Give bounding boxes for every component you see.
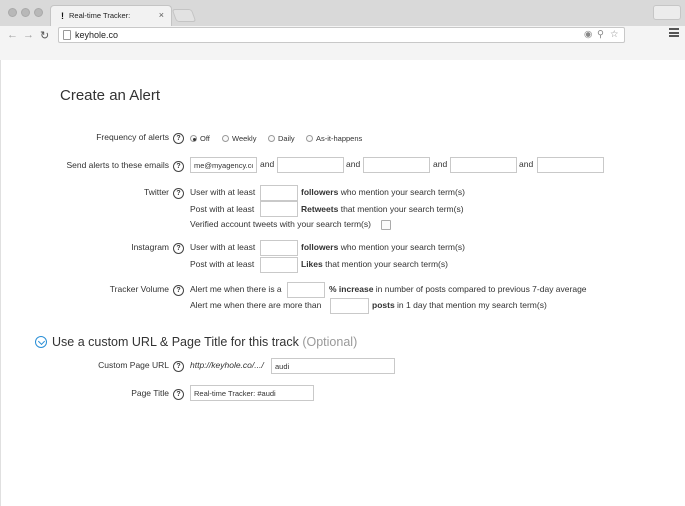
email-and-2: and xyxy=(346,159,361,169)
custom-url-label: Custom Page URL xyxy=(98,360,169,370)
reload-icon[interactable]: ↻ xyxy=(40,29,49,42)
back-arrow-icon[interactable]: ← xyxy=(7,29,18,41)
instagram-followers-bold: followers xyxy=(301,242,339,252)
instagram-followers-suffix: who mention your search term(s) xyxy=(340,242,465,252)
bookmark-star-icon[interactable]: ☆ xyxy=(610,29,619,40)
optional-hint: (Optional) xyxy=(302,335,358,349)
tracker-volume-help-icon[interactable]: ? xyxy=(173,285,184,296)
volume-increase-suffix: in number of posts compared to previous … xyxy=(375,284,587,294)
email-and-1: and xyxy=(260,159,275,169)
email-field-3[interactable] xyxy=(363,157,430,173)
email-field-5[interactable] xyxy=(537,157,604,173)
volume-posts-prefix: Alert me when there are more than xyxy=(190,300,322,310)
frequency-option-weekly: Weekly xyxy=(232,134,257,143)
volume-increase-text: % increase in number of posts compared t… xyxy=(329,284,587,294)
page-icon xyxy=(63,30,71,40)
url-text: keyhole.co xyxy=(75,30,119,40)
instagram-likes-suffix: that mention your search term(s) xyxy=(325,259,448,269)
page-content: Create an Alert Frequency of alerts ? Of… xyxy=(0,60,685,506)
frequency-option-off: Off xyxy=(200,134,210,143)
instagram-label: Instagram xyxy=(131,242,169,252)
twitter-followers-bold: followers xyxy=(301,187,339,197)
twitter-followers-input[interactable] xyxy=(260,185,298,201)
keyhole-favicon-icon: ! xyxy=(61,11,64,21)
instagram-followers-prefix: User with at least xyxy=(190,242,256,252)
twitter-help-icon[interactable]: ? xyxy=(173,188,184,199)
page-title-input[interactable] xyxy=(190,385,314,401)
instagram-likes-prefix: Post with at least xyxy=(190,259,255,269)
twitter-followers-suffix: who mention your search term(s) xyxy=(340,187,465,197)
twitter-retweets-text: Retweets that mention your search term(s… xyxy=(301,204,464,214)
twitter-followers-prefix: User with at least xyxy=(190,187,256,197)
custom-url-section-heading: Use a custom URL & Page Title for this t… xyxy=(52,335,299,349)
frequency-radio-off[interactable] xyxy=(190,135,197,142)
extension-icon[interactable]: ◉ xyxy=(584,29,592,40)
email-and-4: and xyxy=(519,159,534,169)
twitter-retweets-suffix: that mention your search term(s) xyxy=(340,204,464,214)
custom-url-section-title[interactable]: Use a custom URL & Page Title for this t… xyxy=(52,335,357,349)
volume-increase-bold: % increase xyxy=(329,284,374,294)
email-and-3: and xyxy=(433,159,448,169)
volume-posts-text: posts in 1 day that mention my search te… xyxy=(372,300,547,310)
twitter-verified-checkbox[interactable] xyxy=(381,220,391,230)
email-field-1[interactable] xyxy=(190,157,257,173)
address-bar[interactable]: keyhole.co ◉ ⚲ ☆ xyxy=(58,27,625,43)
frequency-option-daily: Daily xyxy=(278,134,295,143)
frequency-radio-daily[interactable] xyxy=(268,135,275,142)
instagram-likes-bold: Likes xyxy=(301,259,323,269)
emails-label: Send alerts to these emails xyxy=(66,160,169,170)
instagram-help-icon[interactable]: ? xyxy=(173,243,184,254)
volume-increase-prefix: Alert me when there is a xyxy=(190,284,282,294)
instagram-likes-text: Likes that mention your search term(s) xyxy=(301,259,448,269)
close-window-icon[interactable] xyxy=(8,8,17,17)
browser-chrome: ! Real-time Tracker: × ← → ↻ keyhole.co … xyxy=(0,0,685,60)
forward-arrow-icon[interactable]: → xyxy=(23,29,34,41)
browser-toolbar: ← → ↻ keyhole.co ◉ ⚲ ☆ xyxy=(0,26,685,60)
volume-increase-input[interactable] xyxy=(287,282,325,298)
twitter-followers-text: followers who mention your search term(s… xyxy=(301,187,465,197)
volume-posts-bold: posts xyxy=(372,300,395,310)
twitter-label: Twitter xyxy=(143,187,169,197)
custom-url-prefix: http://keyhole.co/.../ xyxy=(190,360,264,370)
tracker-volume-label: Tracker Volume xyxy=(109,284,169,294)
minimize-window-icon[interactable] xyxy=(21,8,30,17)
new-tab-button[interactable] xyxy=(171,9,197,22)
frequency-radio-weekly[interactable] xyxy=(222,135,229,142)
frequency-label: Frequency of alerts xyxy=(96,132,169,142)
chevron-circle-down-icon[interactable] xyxy=(35,336,47,348)
twitter-retweets-prefix: Post with at least xyxy=(190,204,255,214)
tab-close-icon[interactable]: × xyxy=(159,10,164,20)
frequency-option-as-it-happens: As-it-happens xyxy=(316,134,363,143)
browser-tab[interactable]: ! Real-time Tracker: × xyxy=(50,5,172,26)
email-field-2[interactable] xyxy=(277,157,344,173)
page-title: Create an Alert xyxy=(60,87,161,104)
custom-url-input[interactable] xyxy=(271,358,395,374)
search-icon[interactable]: ⚲ xyxy=(597,29,604,40)
page-title-help-icon[interactable]: ? xyxy=(173,389,184,400)
instagram-followers-input[interactable] xyxy=(260,240,298,256)
emails-help-icon[interactable]: ? xyxy=(173,161,184,172)
volume-posts-input[interactable] xyxy=(330,298,369,314)
volume-posts-suffix: in 1 day that mention my search term(s) xyxy=(397,300,547,310)
tab-strip: ! Real-time Tracker: × xyxy=(0,0,685,26)
email-field-4[interactable] xyxy=(450,157,517,173)
maximize-window-icon[interactable] xyxy=(34,8,43,17)
custom-url-help-icon[interactable]: ? xyxy=(173,361,184,372)
instagram-likes-input[interactable] xyxy=(260,257,298,273)
frequency-help-icon[interactable]: ? xyxy=(173,133,184,144)
frequency-radio-as-it-happens[interactable] xyxy=(306,135,313,142)
menu-icon[interactable] xyxy=(669,28,679,37)
instagram-followers-text: followers who mention your search term(s… xyxy=(301,242,465,252)
tab-title: Real-time Tracker: xyxy=(69,11,131,20)
twitter-retweets-bold: Retweets xyxy=(301,204,339,214)
twitter-verified-label: Verified account tweets with your search… xyxy=(190,219,371,229)
profile-button[interactable] xyxy=(653,5,681,20)
twitter-retweets-input[interactable] xyxy=(260,201,298,217)
page-title-label: Page Title xyxy=(131,388,169,398)
